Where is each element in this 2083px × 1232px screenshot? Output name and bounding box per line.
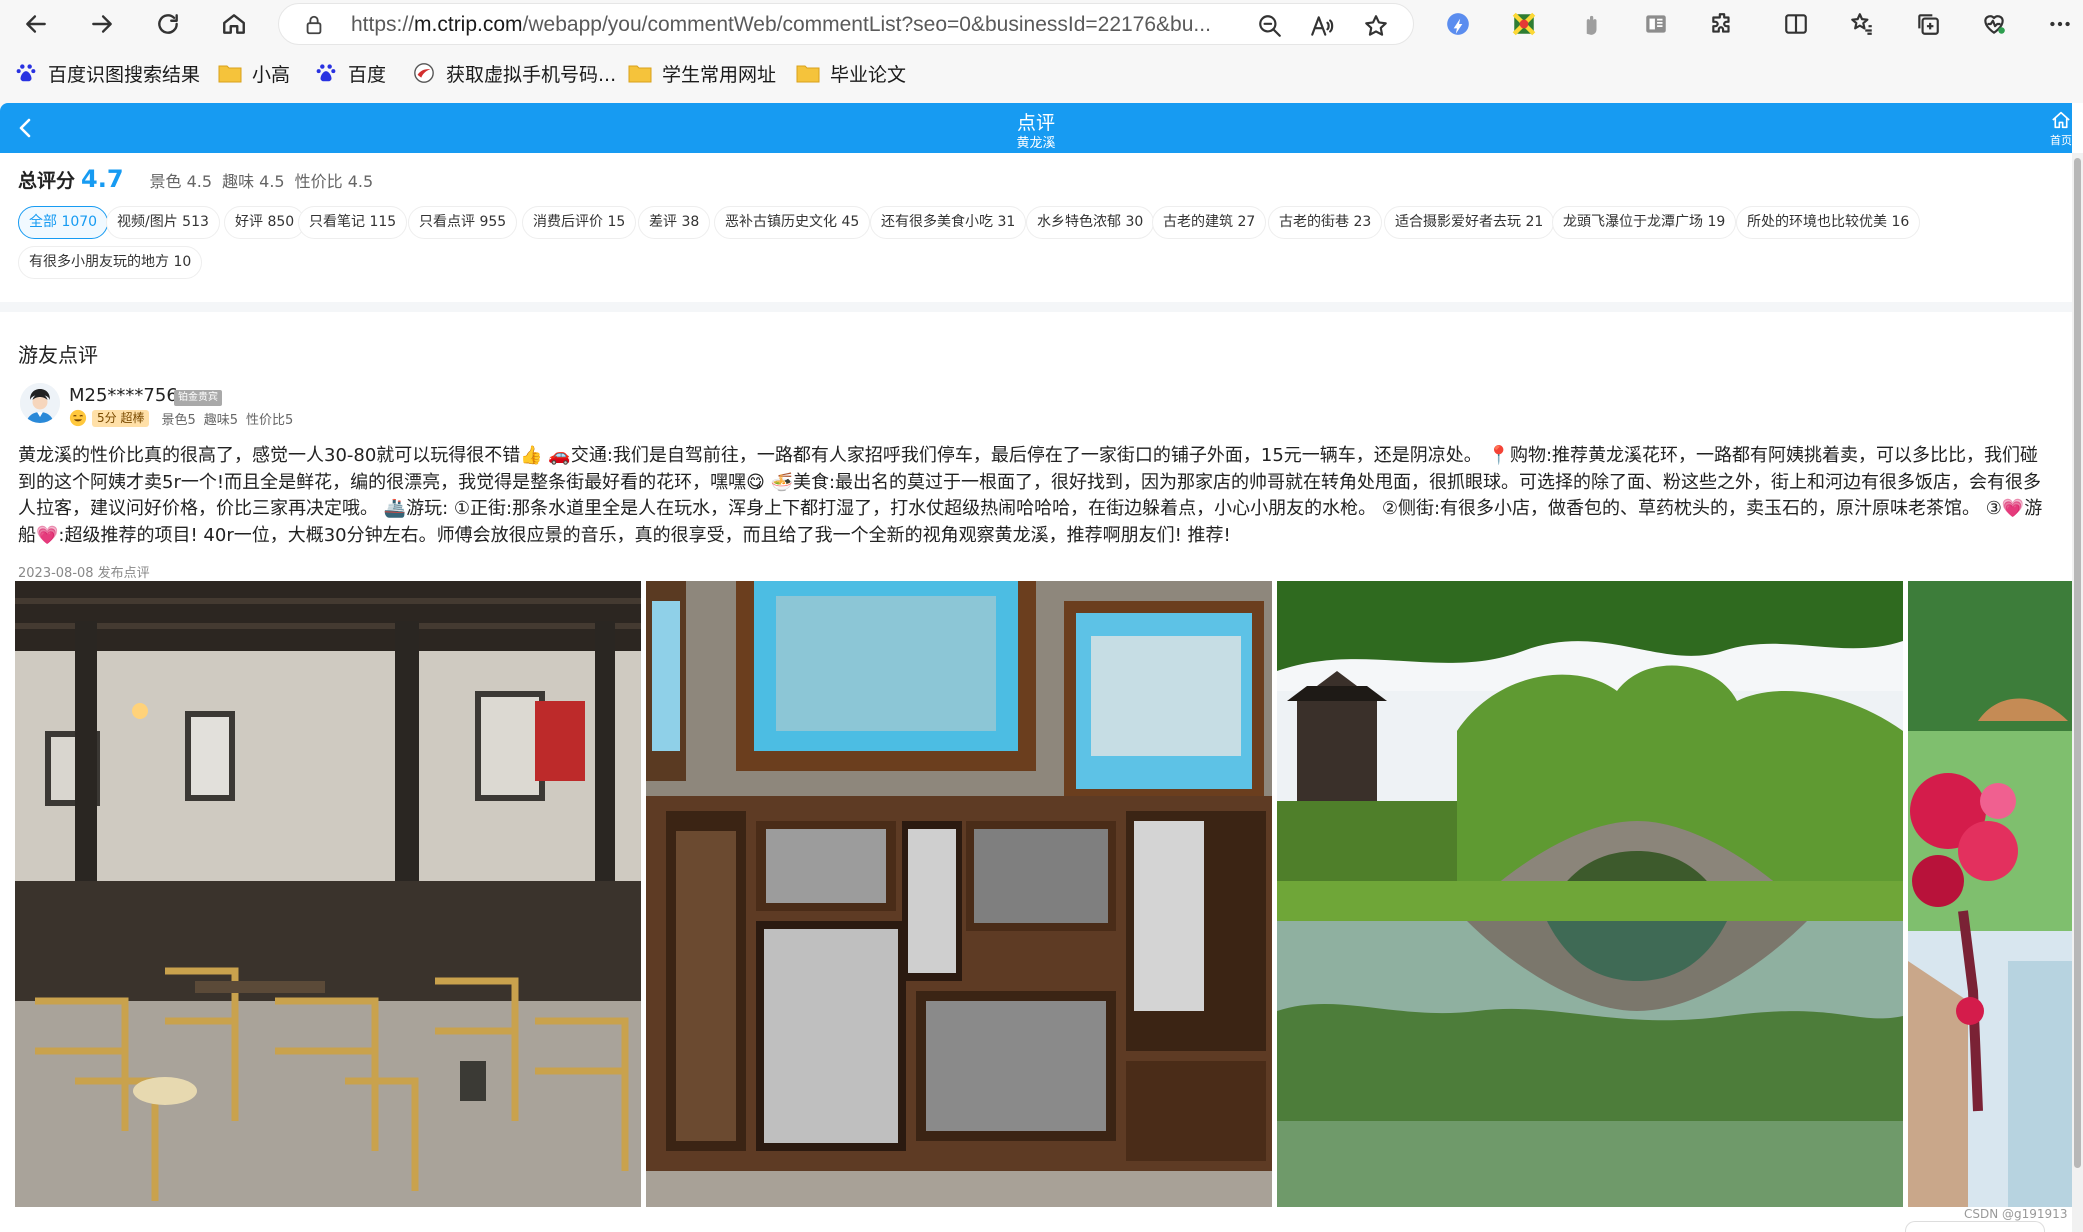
member-badge: 铂金贵宾 — [174, 390, 222, 406]
extension-blue-icon[interactable] — [1444, 10, 1472, 38]
review-fun: 趣味5 — [203, 412, 239, 428]
bookmark-label: 获取虚拟手机号码... — [446, 63, 617, 86]
address-bar[interactable]: https://m.ctrip.com/webapp/you/commentWe… — [278, 3, 1414, 45]
back-icon[interactable] — [16, 4, 56, 44]
review-value-for-money: 性价比5 — [246, 412, 294, 428]
bookmark-label: 百度 — [348, 63, 387, 86]
split-screen-icon[interactable] — [1782, 10, 1810, 38]
favorite-star-icon[interactable] — [1363, 13, 1389, 39]
flower-garland-photo[interactable] — [1908, 581, 2072, 1207]
url-prefix: https:// — [351, 13, 415, 36]
extension-colorful-icon[interactable] — [1510, 10, 1538, 38]
refresh-icon[interactable] — [148, 4, 188, 44]
house-icon — [2052, 111, 2070, 129]
reviewer-name[interactable]: M25****756 — [69, 385, 178, 406]
read-aloud-icon[interactable] — [1309, 13, 1335, 39]
tag-video-photo[interactable]: 视频/图片 513 — [106, 206, 220, 239]
teahouse-photo[interactable] — [15, 581, 641, 1207]
bookmark-item[interactable]: 学生常用网址 — [628, 58, 776, 88]
page-viewport: 点评 黄龙溪 首页 总评分 4.7 景色 4.5 趣味 4.5 性价比 4.5 … — [0, 103, 2083, 1232]
bookmark-label: 百度识图搜索结果 — [48, 63, 201, 86]
score-pill: 5分 超棒 — [92, 409, 150, 427]
zoom-icon[interactable] — [1257, 13, 1283, 39]
extension-reader-icon[interactable] — [1642, 10, 1670, 38]
tag-topic[interactable]: 古老的街巷 23 — [1268, 206, 1383, 239]
bookmark-item[interactable]: 小高 — [218, 58, 290, 88]
score-value: 4.7 — [81, 165, 124, 193]
tag-topic[interactable]: 还有很多美食小吃 31 — [870, 206, 1027, 239]
site-icon — [412, 62, 436, 84]
tag-reviews-only[interactable]: 只看点评 955 — [408, 206, 518, 239]
avatar[interactable] — [20, 383, 60, 423]
bookmark-label: 毕业论文 — [830, 63, 907, 86]
lock-icon[interactable] — [303, 14, 325, 36]
url-host: m.ctrip.com — [414, 13, 523, 36]
bookmark-item[interactable]: 百度识图搜索结果 — [14, 58, 200, 88]
url-text[interactable]: https://m.ctrip.com/webapp/you/commentWe… — [351, 13, 1231, 37]
forward-icon[interactable] — [82, 4, 122, 44]
reviewer-rating: 5分 超棒 景色5 趣味5 性价比5 — [69, 409, 301, 428]
bookmark-item[interactable]: 毕业论文 — [796, 58, 906, 88]
score-label: 总评分 — [18, 170, 76, 192]
tag-topic[interactable]: 水乡特色浓郁 30 — [1026, 206, 1155, 239]
baidu-paw-icon — [14, 62, 38, 84]
folder-icon — [796, 62, 820, 84]
score-fun: 趣味 4.5 — [222, 172, 285, 191]
framed-photos-wall-photo[interactable] — [646, 581, 1272, 1207]
tag-topic[interactable]: 恶补古镇历史文化 45 — [714, 206, 871, 239]
page-subtitle: 黄龙溪 — [1016, 136, 1056, 151]
home-button[interactable]: 首页 — [2050, 111, 2072, 148]
tag-topic[interactable]: 所处的环境也比较优美 16 — [1736, 206, 1921, 239]
scrollbar-thumb[interactable] — [2074, 158, 2081, 1168]
score-scenery: 景色 4.5 — [149, 172, 213, 191]
app-header: 点评 黄龙溪 首页 — [0, 103, 2072, 153]
section-divider — [0, 302, 2072, 312]
bookmark-item[interactable]: 获取虚拟手机号码... — [412, 58, 616, 88]
browser-essentials-icon[interactable] — [1980, 10, 2008, 38]
bookmarks-bar: 百度识图搜索结果 小高 百度 获取虚拟手机号码... 学生常用网址 毕业论文 — [0, 56, 2083, 94]
tag-negative[interactable]: 差评 38 — [638, 206, 711, 239]
more-menu-icon[interactable] — [2046, 10, 2074, 38]
home-label: 首页 — [2050, 134, 2072, 147]
stone-arch-bridge-photo[interactable] — [1277, 581, 1903, 1207]
review-text: 黄龙溪的性价比真的很高了，感觉一人30-80就可以玩得很不错👍 🚗交通:我们是自… — [18, 445, 2043, 546]
tag-all[interactable]: 全部 1070 — [18, 206, 109, 239]
bookmark-label: 小高 — [252, 63, 291, 86]
tag-post-purchase[interactable]: 消费后评价 15 — [522, 206, 637, 239]
folder-icon — [628, 62, 652, 84]
review-scenery: 景色5 — [161, 412, 196, 428]
browser-toolbar: https://m.ctrip.com/webapp/you/commentWe… — [0, 0, 2083, 48]
tag-topic[interactable]: 适合摄影爱好者去玩 21 — [1384, 206, 1555, 239]
next-item-edge — [1905, 1221, 2045, 1232]
tag-positive[interactable]: 好评 850 — [224, 206, 306, 239]
post-date: 2023-08-08 发布点评 — [18, 566, 150, 581]
section-title: 游友点评 — [18, 343, 98, 367]
favorites-list-icon[interactable] — [1848, 10, 1876, 38]
page-scrollbar[interactable] — [2072, 153, 2083, 1232]
watermark: CSDN @g191913 — [1964, 1207, 2068, 1221]
overall-score: 总评分 4.7 景色 4.5 趣味 4.5 性价比 4.5 — [18, 165, 383, 195]
bookmark-label: 学生常用网址 — [662, 63, 777, 86]
extension-hand-icon[interactable] — [1576, 10, 1604, 38]
bookmark-item[interactable]: 百度 — [314, 58, 386, 88]
baidu-paw-icon — [314, 62, 338, 84]
smiley-emoji-icon — [69, 409, 87, 427]
tag-notes-only[interactable]: 只看笔记 115 — [298, 206, 408, 239]
extensions-puzzle-icon[interactable] — [1708, 10, 1736, 38]
tag-topic[interactable]: 龙頭飞瀑位于龙潭广场 19 — [1552, 206, 1737, 239]
folder-icon — [218, 62, 242, 84]
tag-topic[interactable]: 古老的建筑 27 — [1152, 206, 1267, 239]
collections-icon[interactable] — [1914, 10, 1942, 38]
url-path: /webapp/you/commentWeb/commentList?seo=0… — [522, 13, 1211, 36]
score-value-for-money: 性价比 4.5 — [294, 172, 374, 191]
tag-topic[interactable]: 有很多小朋友玩的地方 10 — [18, 246, 203, 279]
page-title: 点评 — [1016, 112, 1055, 134]
home-icon[interactable] — [214, 4, 254, 44]
